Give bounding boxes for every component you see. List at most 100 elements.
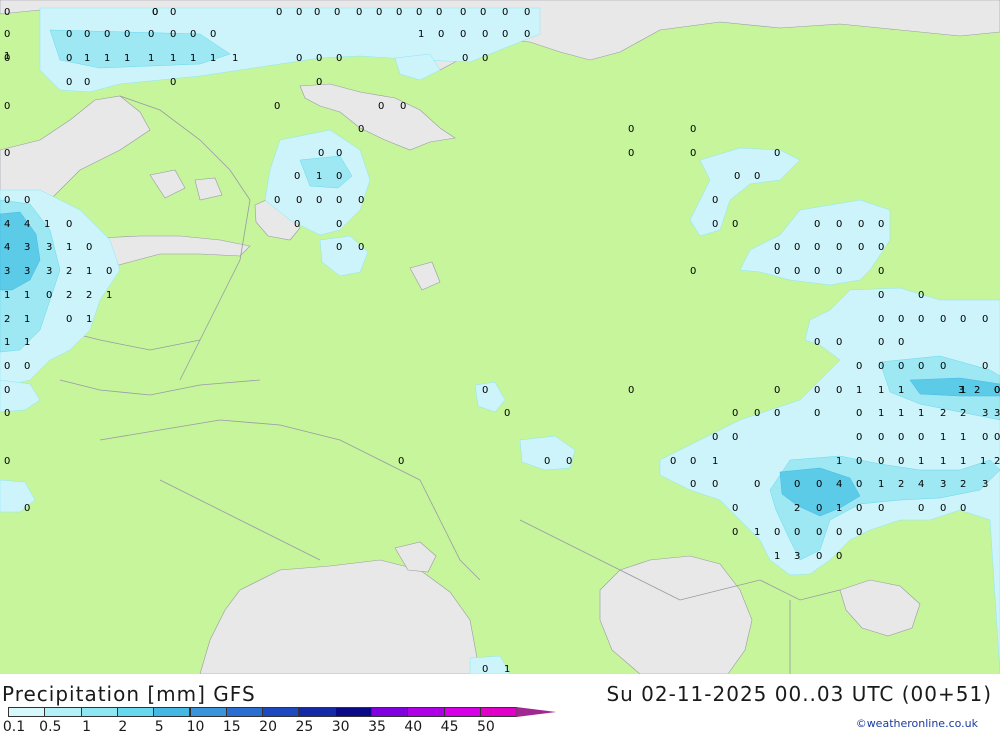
precip-value-label: 3 (982, 479, 988, 490)
precip-value-label: 0 (4, 408, 10, 419)
precip-value-label: 0 (482, 53, 488, 64)
precip-value-label: 0 (814, 219, 820, 230)
precip-value-label: 2 (4, 314, 10, 325)
precip-value-label: 0 (754, 479, 760, 490)
precip-value-label: 4 (918, 479, 924, 490)
legend-swatch (8, 707, 46, 717)
precip-value-label: 2 (86, 290, 92, 301)
precip-value-label: 0 (712, 479, 718, 490)
precip-value-label: 1 (316, 171, 322, 182)
precip-value-label: 1 (504, 664, 510, 674)
precip-value-label: 0 (732, 503, 738, 514)
precip-value-label: 3 (794, 551, 800, 562)
precip-value-label: 0 (396, 7, 402, 18)
precip-value-label: 0 (856, 503, 862, 514)
precip-value-label: 1 (856, 385, 862, 396)
precip-value-label: 0 (732, 219, 738, 230)
precip-value-label: 0 (878, 361, 884, 372)
precip-value-label: 0 (190, 29, 196, 40)
precip-value-label: 0 (336, 53, 342, 64)
precip-value-label: 0 (318, 148, 324, 159)
precip-value-label: 0 (482, 29, 488, 40)
precip-value-label: 0 (856, 456, 862, 467)
precip-value-label: 0 (170, 77, 176, 88)
precip-value-label: 1 (4, 290, 10, 301)
precip-value-label: 0 (878, 314, 884, 325)
precip-value-label: 1 (232, 53, 238, 64)
precip-value-label: 0 (398, 456, 404, 467)
precip-value-label: 0 (294, 219, 300, 230)
precip-value-label: 1 (86, 266, 92, 277)
precip-value-label: 1 (86, 314, 92, 325)
precip-value-label: 0 (734, 171, 740, 182)
precip-value-label: 0 (274, 101, 280, 112)
precip-value-label: 1 (940, 456, 946, 467)
precip-value-label: 0 (152, 7, 158, 18)
precip-value-label: 0 (316, 53, 322, 64)
precip-value-label: 0 (66, 29, 72, 40)
precip-value-label: 0 (918, 361, 924, 372)
precip-value-label: 2 (994, 456, 1000, 467)
precip-value-label: 0 (856, 527, 862, 538)
precip-value-label: 0 (690, 456, 696, 467)
precip-value-label: 1 (106, 290, 112, 301)
precip-value-label: 0 (856, 479, 862, 490)
precip-value-label: 1 (712, 456, 718, 467)
precip-value-label: 1 (940, 432, 946, 443)
precip-value-label: 0 (504, 408, 510, 419)
legend-swatch (443, 707, 481, 717)
precip-value-label: 4 (4, 242, 10, 253)
precip-value-label: 4 (24, 219, 30, 230)
precip-value-label: 0 (712, 195, 718, 206)
precip-value-label: 0 (940, 361, 946, 372)
precip-value-label: 2 (940, 408, 946, 419)
legend-swatch (407, 707, 445, 717)
precip-value-label: 0 (794, 479, 800, 490)
precip-value-label: 0 (104, 29, 110, 40)
precip-value-label: 0 (148, 29, 154, 40)
precip-value-label: 0 (462, 53, 468, 64)
precip-value-label: 1 (918, 456, 924, 467)
precip-value-label: 0 (982, 361, 988, 372)
precip-value-label: 0 (918, 290, 924, 301)
precip-value-label: 0 (66, 314, 72, 325)
precip-value-label: 1 (774, 551, 780, 562)
precip-value-label: 0 (878, 503, 884, 514)
precip-value-label: 0 (438, 29, 444, 40)
precip-value-label: 0 (816, 503, 822, 514)
precip-value-label: 1 (878, 408, 884, 419)
precip-value-label: 0 (276, 7, 282, 18)
precip-value-label: 0 (334, 7, 340, 18)
map-title: Precipitation [mm] GFS (2, 682, 256, 706)
precip-value-label: 0 (482, 385, 488, 396)
precip-value-label: 3 (24, 242, 30, 253)
legend-swatch (479, 707, 518, 717)
site-credit[interactable]: ©weatheronline.co.uk (856, 717, 978, 730)
precip-value-label: 0 (898, 314, 904, 325)
precip-value-label: 0 (814, 242, 820, 253)
precip-value-label: 0 (294, 171, 300, 182)
precip-value-label: 0 (836, 266, 842, 277)
legend-swatch (225, 707, 264, 717)
precip-value-label: 0 (994, 385, 1000, 396)
precip-value-label: 2 (960, 408, 966, 419)
precip-value-label: 0 (336, 171, 342, 182)
precip-value-label: 0 (336, 148, 342, 159)
precip-value-label: 1 (918, 408, 924, 419)
precip-value-label: 0 (898, 456, 904, 467)
precip-value-label: 0 (296, 53, 302, 64)
precip-value-label: 0 (878, 337, 884, 348)
precip-value-label: 0 (460, 29, 466, 40)
precip-value-label: 1 (66, 242, 72, 253)
precip-value-label: 0 (754, 408, 760, 419)
precip-value-label: 0 (106, 266, 112, 277)
precip-value-label: 1 (960, 432, 966, 443)
precip-value-label: 0 (814, 408, 820, 419)
precip-value-label: 3 (24, 266, 30, 277)
precip-value-label: 0 (878, 456, 884, 467)
precip-value-label: 0 (400, 101, 406, 112)
precip-value-label: 0 (4, 7, 10, 18)
precip-value-label: 0 (296, 195, 302, 206)
precip-value-label: 0 (878, 219, 884, 230)
legend-swatch (44, 707, 82, 717)
